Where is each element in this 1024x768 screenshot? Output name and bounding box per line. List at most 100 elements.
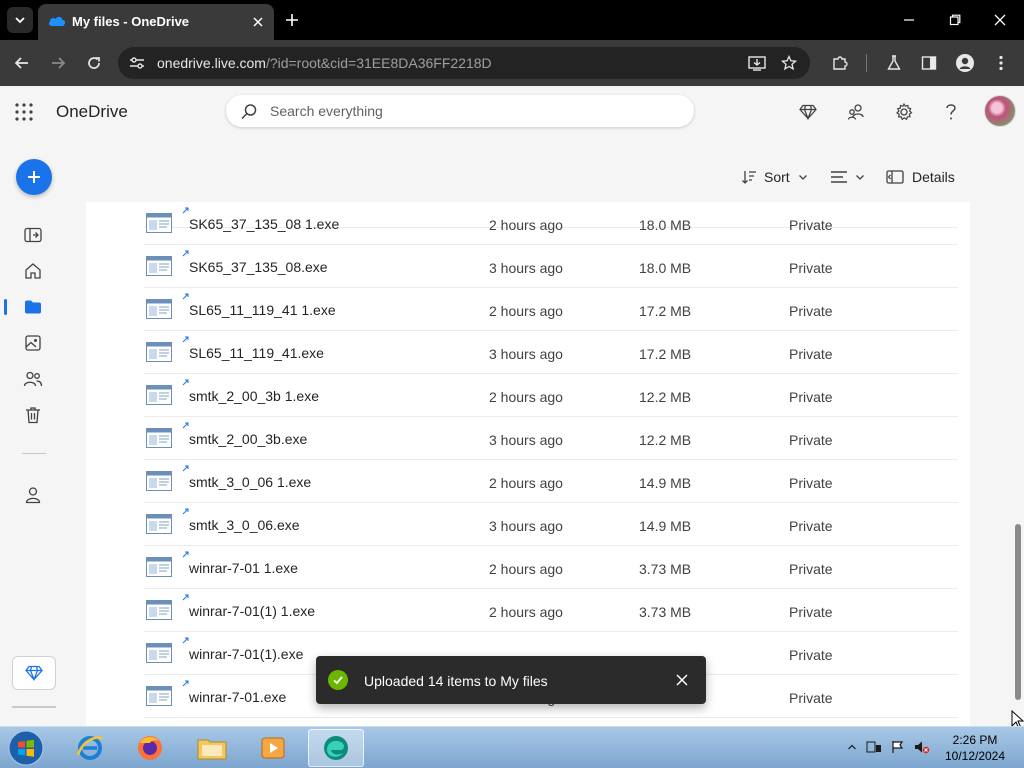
address-bar[interactable]: onedrive.live.com/?id=root&cid=31EE8DA36… <box>118 47 810 79</box>
tray-action-center[interactable] <box>890 739 906 755</box>
scrollbar-thumb[interactable] <box>1015 524 1021 700</box>
file-modified: 2 hours ago <box>489 303 563 319</box>
star-icon <box>781 55 797 71</box>
file-size: 3.73 MB <box>639 561 692 577</box>
table-row[interactable]: smtk_3_0_06.exe 3 hours ago 14.9 MB Private <box>144 503 958 546</box>
labs-button[interactable] <box>881 50 907 76</box>
help-button[interactable] <box>938 99 964 125</box>
extensions-button[interactable] <box>827 50 853 76</box>
checkmark-icon <box>333 676 343 685</box>
nav-collapse-button[interactable] <box>22 224 44 246</box>
tray-volume[interactable] <box>914 739 930 755</box>
browser-menu-button[interactable] <box>988 50 1014 76</box>
nav-shared[interactable] <box>22 368 44 390</box>
file-size: 14.9 MB <box>639 518 692 534</box>
file-name[interactable]: smtk_3_0_06 1.exe <box>189 474 311 490</box>
puzzle-icon <box>833 56 848 70</box>
sharing-button[interactable] <box>843 99 869 125</box>
file-name[interactable]: smtk_2_00_3b 1.exe <box>189 388 319 404</box>
profile-icon <box>956 54 974 72</box>
onedrive-app: OneDrive Search everything Sort Details … <box>0 86 1024 726</box>
reload-button[interactable] <box>81 50 107 76</box>
file-name[interactable]: smtk_2_00_3b.exe <box>189 431 307 447</box>
taskbar-browser[interactable] <box>308 729 364 767</box>
create-upload-button[interactable] <box>16 159 52 195</box>
nav-home[interactable] <box>22 260 44 282</box>
profile-button[interactable] <box>952 50 978 76</box>
sync-status-icon <box>182 508 189 515</box>
premium-button[interactable] <box>795 99 821 125</box>
bookmark-button[interactable] <box>778 53 800 73</box>
internet-explorer-icon <box>76 736 103 760</box>
people-share-icon <box>847 104 864 120</box>
minimize-button[interactable] <box>895 8 923 32</box>
tray-overflow-button[interactable] <box>844 739 860 755</box>
speaker-muted-icon <box>915 741 930 754</box>
table-row[interactable]: smtk_2_00_3b 1.exe 2 hours ago 12.2 MB Priv… <box>144 374 958 417</box>
search-box[interactable]: Search everything <box>226 95 694 127</box>
side-panel-button[interactable] <box>916 50 942 76</box>
table-row[interactable]: winrar-7-01 1.exe 2 hours ago 3.73 MB Priva… <box>144 546 958 589</box>
taskbar-clock[interactable]: 2:26 PM 10/12/2024 <box>936 732 1014 764</box>
back-button[interactable] <box>9 50 35 76</box>
person-icon <box>25 487 41 504</box>
url-host: onedrive.live.com <box>157 55 266 71</box>
forward-button[interactable] <box>45 50 71 76</box>
tab-close-button[interactable] <box>248 12 268 32</box>
tab-title: My files - OneDrive <box>72 14 190 29</box>
site-info-button[interactable] <box>126 53 148 73</box>
start-button[interactable] <box>6 729 46 767</box>
table-row[interactable]: winrar-7-01(1) 1.exe 2 hours ago 3.73 MB Pr… <box>144 589 958 632</box>
nav-photos[interactable] <box>22 332 44 354</box>
premium-nav-button[interactable] <box>12 656 56 690</box>
tray-devices[interactable] <box>866 739 882 755</box>
file-name[interactable]: winrar-7-01(1) 1.exe <box>189 603 315 619</box>
table-row[interactable]: SL65_11_119_41.exe 3 hours ago 17.2 MB Priv… <box>144 331 958 374</box>
nav-my-files[interactable] <box>22 296 44 318</box>
app-launcher-button[interactable] <box>14 102 34 122</box>
taskbar-internet-explorer[interactable] <box>62 729 118 767</box>
exe-file-icon <box>146 342 172 362</box>
media-player-icon <box>261 737 285 759</box>
new-tab-button[interactable] <box>280 8 304 32</box>
taskbar-media-player[interactable] <box>245 729 301 767</box>
file-modified: 2 hours ago <box>489 217 563 233</box>
table-row[interactable]: smtk_3_0_06 1.exe 2 hours ago 14.9 MB Priva… <box>144 460 958 503</box>
table-row[interactable]: SK65_37_135_08 1.exe 2 hours ago 18.0 MB Pr… <box>144 202 958 245</box>
file-name[interactable]: SL65_11_119_41.exe <box>189 345 324 361</box>
install-app-button[interactable] <box>746 53 768 73</box>
taskbar: 2:26 PM 10/12/2024 <box>0 726 1024 768</box>
file-modified: 2 hours ago <box>489 561 563 577</box>
taskbar-file-explorer[interactable] <box>184 729 240 767</box>
exe-file-icon <box>146 514 172 534</box>
avatar[interactable] <box>984 95 1016 127</box>
file-size: 18.0 MB <box>639 217 692 233</box>
table-row[interactable]: smtk_2_00_3b.exe 3 hours ago 12.2 MB Privat… <box>144 417 958 460</box>
restore-button[interactable] <box>941 8 969 32</box>
tune-icon <box>130 57 144 69</box>
table-row[interactable]: SL65_11_119_41 1.exe 2 hours ago 17.2 MB Pr… <box>144 288 958 331</box>
nav-people[interactable] <box>22 484 44 506</box>
sort-icon <box>742 171 756 184</box>
app-brand[interactable]: OneDrive <box>56 102 128 122</box>
folder-icon <box>25 300 41 314</box>
exe-file-icon <box>146 600 172 620</box>
file-name[interactable]: winrar-7-01(1).exe <box>189 646 303 662</box>
toast-close-button[interactable] <box>672 670 692 690</box>
file-name[interactable]: SK65_37_135_08.exe <box>189 259 328 275</box>
file-name[interactable]: SL65_11_119_41 1.exe <box>189 302 336 318</box>
file-modified: 3 hours ago <box>489 518 563 534</box>
file-name[interactable]: winrar-7-01.exe <box>189 689 286 705</box>
exe-file-icon <box>146 213 172 233</box>
browser-tab[interactable]: My files - OneDrive <box>38 4 274 40</box>
file-name[interactable]: smtk_3_0_06.exe <box>189 517 300 533</box>
table-row[interactable]: SK65_37_135_08.exe 3 hours ago 18.0 MB Priv… <box>144 245 958 288</box>
tab-search-button[interactable] <box>7 7 33 33</box>
nav-recycle-bin[interactable] <box>22 404 44 426</box>
file-size: 17.2 MB <box>639 303 692 319</box>
close-window-button[interactable] <box>986 8 1014 32</box>
taskbar-firefox[interactable] <box>122 729 178 767</box>
file-name[interactable]: winrar-7-01 1.exe <box>189 560 298 576</box>
settings-button[interactable] <box>891 99 917 125</box>
file-name[interactable]: SK65_37_135_08 1.exe <box>189 216 339 232</box>
